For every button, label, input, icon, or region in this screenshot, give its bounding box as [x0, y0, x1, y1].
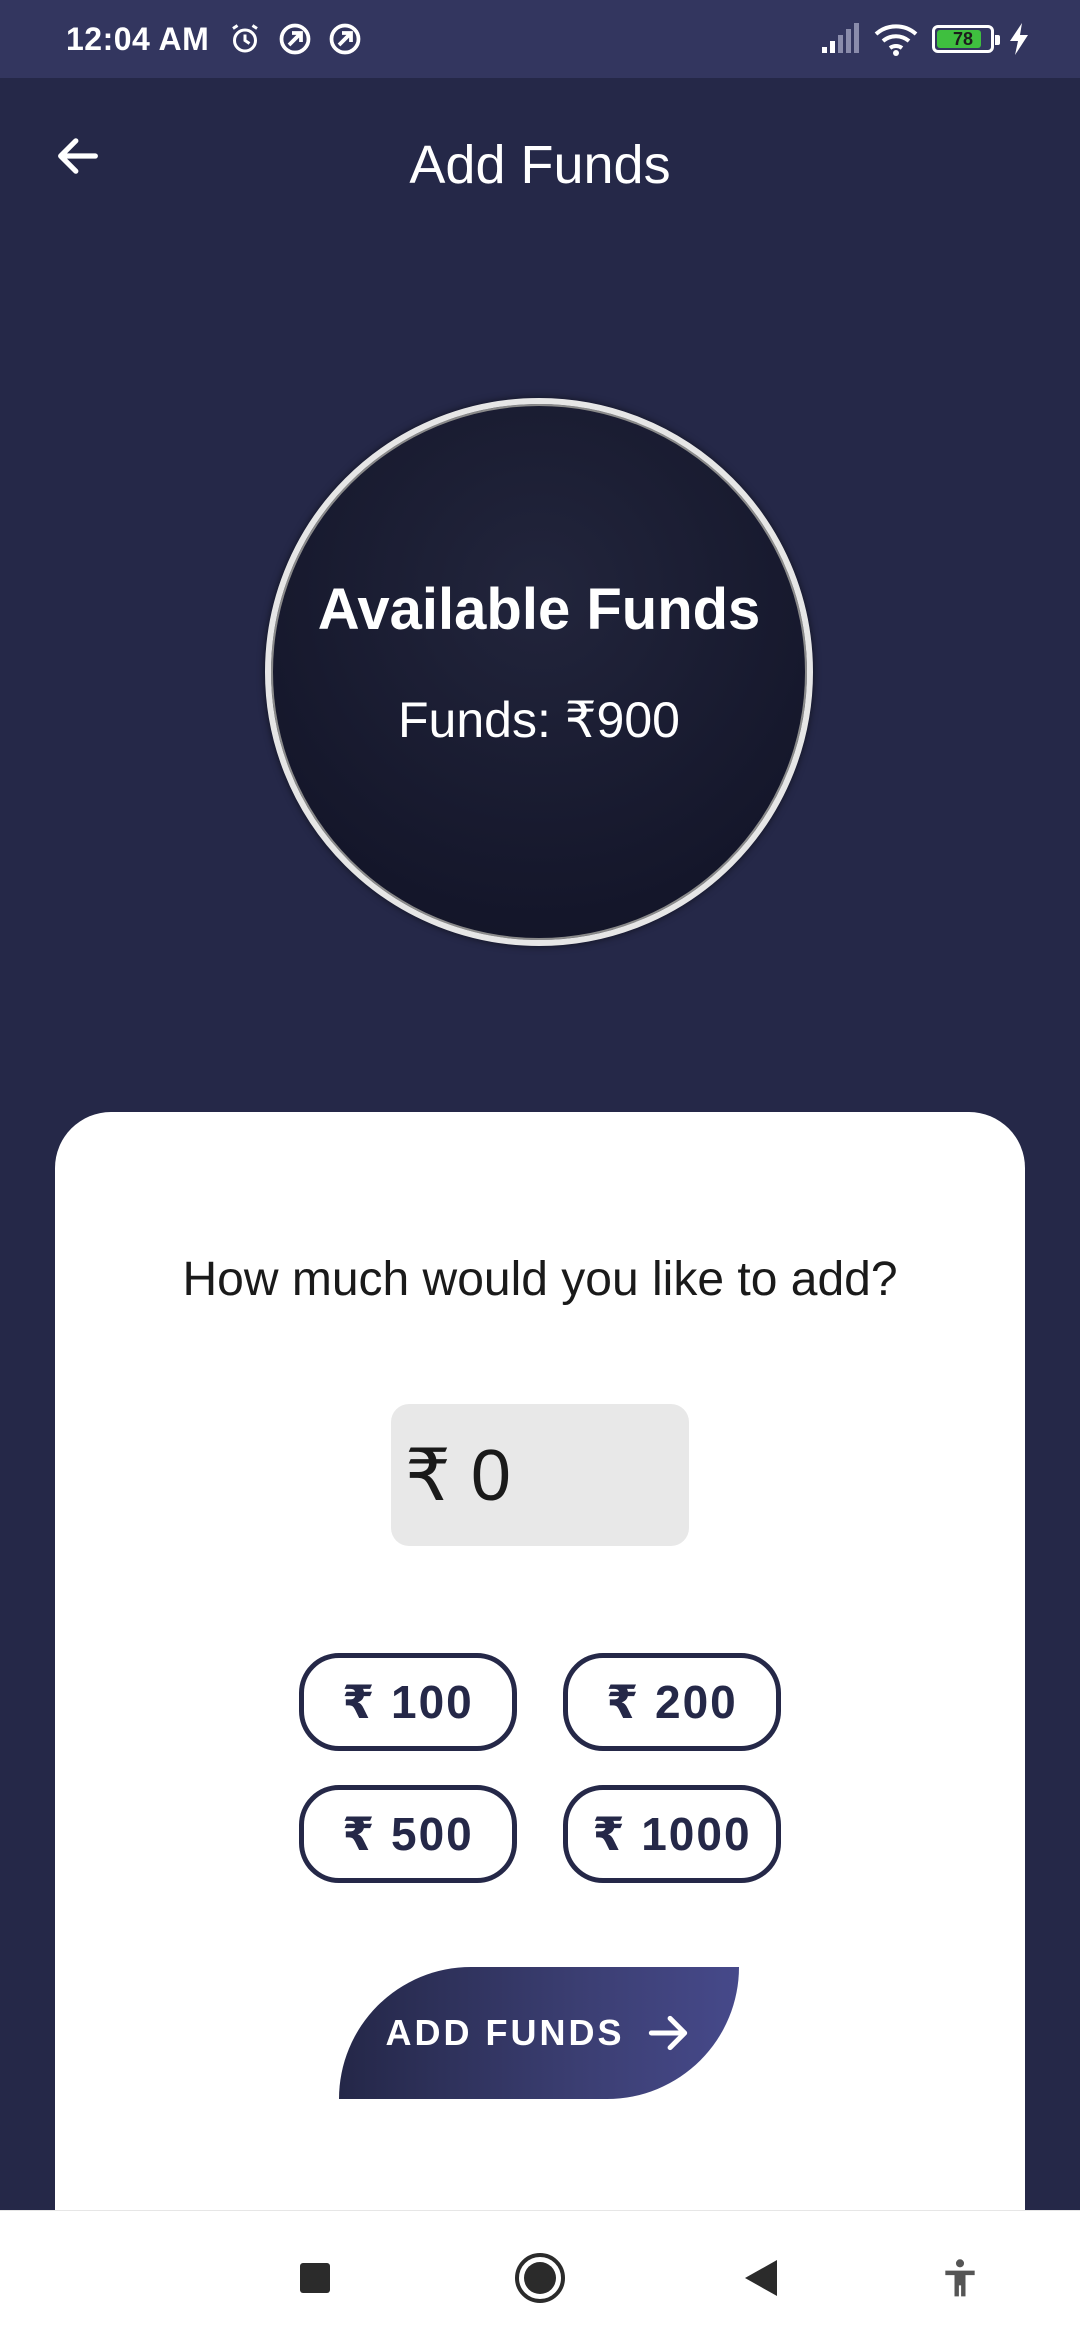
status-time: 12:04 AM [66, 20, 210, 57]
add-funds-card: How much would you like to add? ₹ 100 ₹ … [55, 1112, 1025, 2212]
app-bar: Add Funds [0, 78, 1080, 248]
preset-500-button[interactable]: ₹ 500 [299, 1785, 517, 1883]
status-bar: 12:04 AM 78 [0, 0, 1080, 78]
home-button[interactable] [505, 2243, 575, 2313]
sync-icon [279, 23, 311, 55]
add-funds-button[interactable]: ADD FUNDS [339, 1967, 739, 2099]
amount-question: How much would you like to add? [182, 1253, 898, 1306]
home-circle-icon [515, 2253, 565, 2303]
preset-200-button[interactable]: ₹ 200 [563, 1653, 781, 1751]
status-system-icons: 78 [820, 22, 1030, 56]
battery-level: 78 [952, 28, 974, 49]
page-title: Add Funds [409, 135, 671, 195]
preset-100-button[interactable]: ₹ 100 [299, 1653, 517, 1751]
back-triangle-icon [745, 2260, 777, 2296]
available-funds-heading: Available Funds [317, 576, 761, 642]
wifi-icon [874, 24, 918, 56]
available-funds-amount: Funds: ₹900 [398, 691, 680, 748]
alarm-icon [232, 24, 259, 53]
battery-cap [995, 35, 1000, 45]
arrow-right-icon [648, 2015, 687, 2051]
preset-1000-button[interactable]: ₹ 1000 [563, 1785, 781, 1883]
amount-input[interactable] [391, 1404, 689, 1546]
sync-icon [329, 23, 361, 55]
charging-icon [1010, 23, 1028, 55]
back-nav-button[interactable] [725, 2243, 795, 2313]
recents-square-icon [300, 2263, 330, 2293]
accessibility-button[interactable] [925, 2243, 995, 2313]
signal-icon [822, 23, 859, 53]
recents-button[interactable] [280, 2243, 350, 2313]
battery-icon: 78 [932, 25, 1000, 53]
accessibility-icon [945, 2259, 975, 2297]
status-notification-icons [227, 21, 363, 57]
system-nav-bar [0, 2210, 1080, 2341]
available-funds-circle: Available Funds Funds: ₹900 [265, 398, 813, 946]
add-funds-button-label: ADD FUNDS [385, 2012, 625, 2053]
